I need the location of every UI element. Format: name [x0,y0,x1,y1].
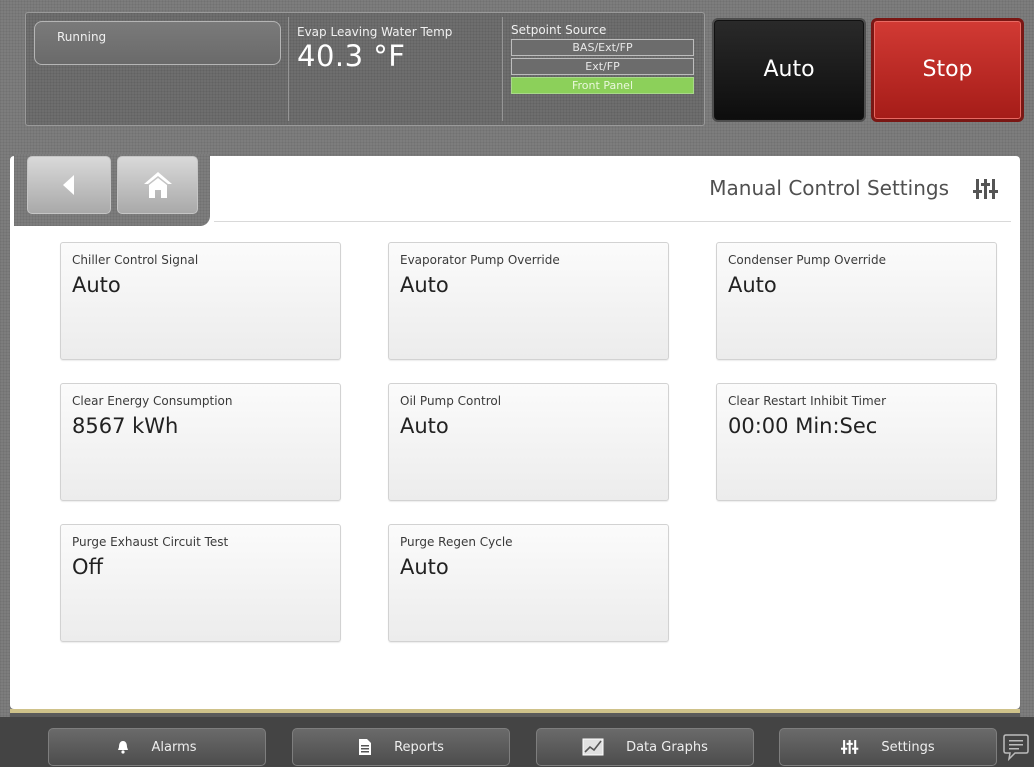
tile-label: Clear Restart Inhibit Timer [728,394,886,408]
tile-label: Evaporator Pump Override [400,253,560,267]
tile-value: Auto [728,273,777,297]
settings-label: Settings [881,739,935,755]
tile-value: 8567 kWh [72,414,179,438]
tile-label: Purge Regen Cycle [400,535,513,549]
back-button[interactable] [27,156,111,214]
evap-temp-section: Evap Leaving Water Temp 40.3 °F [288,17,502,121]
graph-icon [582,738,604,756]
running-status[interactable]: Running [34,21,281,65]
sliders-icon [973,179,998,199]
tile-condenser-pump-override[interactable]: Condenser Pump Override Auto [716,242,997,360]
setpoint-option-bas[interactable]: BAS/Ext/FP [511,39,694,56]
tile-value: Auto [400,414,449,438]
tile-oil-pump-control[interactable]: Oil Pump Control Auto [388,383,669,501]
setpoint-source-section: Setpoint Source BAS/Ext/FP Ext/FP Front … [502,17,700,121]
data-graphs-label: Data Graphs [626,739,708,755]
tile-value: Auto [400,273,449,297]
home-icon [143,172,172,198]
tile-label: Clear Energy Consumption [72,394,233,408]
tile-clear-restart-inhibit-timer[interactable]: Clear Restart Inhibit Timer 00:00 Min:Se… [716,383,997,501]
evap-temp-value: 40.3 °F [297,39,406,73]
tile-label: Oil Pump Control [400,394,502,408]
sliders-icon [841,739,859,755]
page-header: Manual Control Settings [214,170,1011,222]
bell-icon [117,740,129,754]
tile-value: 00:00 Min:Sec [728,414,878,438]
status-panel: Running Evap Leaving Water Temp 40.3 °F … [25,12,705,126]
auto-button[interactable]: Auto [712,18,866,122]
setpoint-option-ext[interactable]: Ext/FP [511,58,694,75]
tile-value: Auto [400,555,449,579]
tile-value: Auto [72,273,121,297]
tile-clear-energy-consumption[interactable]: Clear Energy Consumption 8567 kWh [60,383,341,501]
reports-button[interactable]: Reports [292,728,510,766]
tile-value: Off [72,555,103,579]
stop-button[interactable]: Stop [871,18,1024,122]
tile-evaporator-pump-override[interactable]: Evaporator Pump Override Auto [388,242,669,360]
setpoint-option-front-panel[interactable]: Front Panel [511,77,694,94]
document-icon [358,738,372,756]
setpoint-source-title: Setpoint Source [511,23,607,37]
tile-label: Condenser Pump Override [728,253,886,267]
tile-label: Chiller Control Signal [72,253,199,267]
tile-purge-regen-cycle[interactable]: Purge Regen Cycle Auto [388,524,669,642]
tile-label: Purge Exhaust Circuit Test [72,535,229,549]
tile-purge-exhaust-circuit-test[interactable]: Purge Exhaust Circuit Test Off [60,524,341,642]
reports-label: Reports [394,739,444,755]
alarms-button[interactable]: Alarms [48,728,266,766]
alarms-label: Alarms [151,739,197,755]
page-title: Manual Control Settings [709,176,949,200]
chat-icon[interactable] [1003,733,1029,761]
home-button[interactable] [117,156,198,214]
back-arrow-icon [63,175,74,195]
settings-button[interactable]: Settings [779,728,997,766]
evap-temp-label: Evap Leaving Water Temp [297,25,453,39]
tile-chiller-control-signal[interactable]: Chiller Control Signal Auto [60,242,341,360]
data-graphs-button[interactable]: Data Graphs [536,728,754,766]
